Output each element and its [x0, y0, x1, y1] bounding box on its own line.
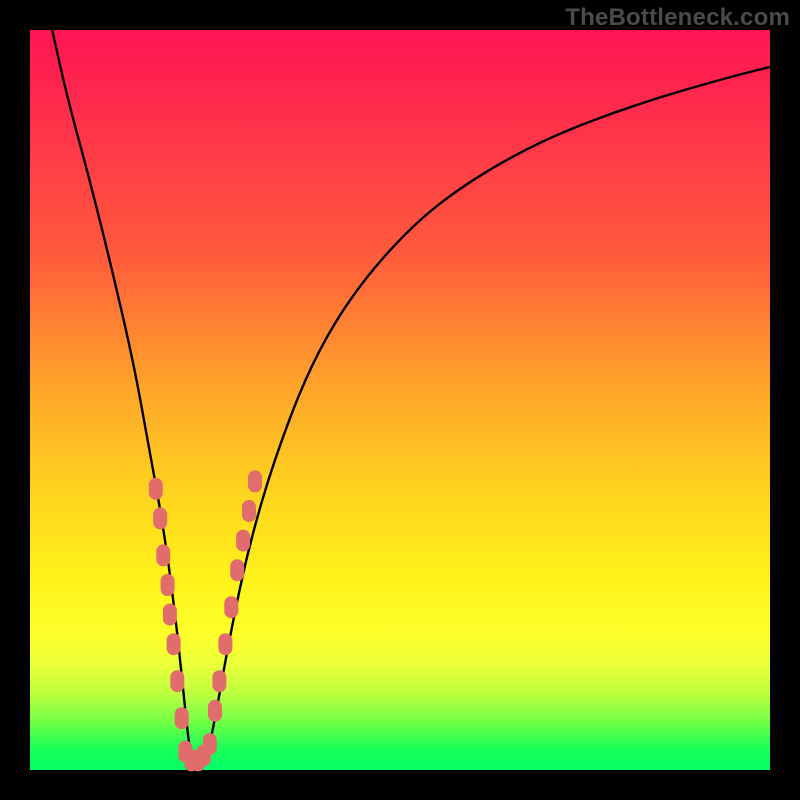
marker-dot	[161, 574, 175, 596]
marker-dot	[175, 707, 189, 729]
marker-dot	[208, 700, 222, 722]
marker-dot	[218, 633, 232, 655]
marker-dot	[167, 633, 181, 655]
marker-dot	[170, 670, 184, 692]
marker-dot	[163, 604, 177, 626]
chart-svg	[30, 30, 770, 770]
marker-dot	[224, 596, 238, 618]
bottleneck-curve	[52, 30, 770, 770]
plot-area	[30, 30, 770, 770]
watermark-text: TheBottleneck.com	[565, 4, 790, 32]
marker-dot	[248, 470, 262, 492]
chart-frame: TheBottleneck.com	[0, 0, 800, 800]
marker-dot	[203, 733, 217, 755]
marker-dot	[230, 559, 244, 581]
curve-markers	[149, 470, 262, 771]
marker-dot	[212, 670, 226, 692]
marker-dot	[153, 507, 167, 529]
marker-dot	[149, 478, 163, 500]
marker-dot	[236, 530, 250, 552]
marker-dot	[242, 500, 256, 522]
marker-dot	[156, 544, 170, 566]
